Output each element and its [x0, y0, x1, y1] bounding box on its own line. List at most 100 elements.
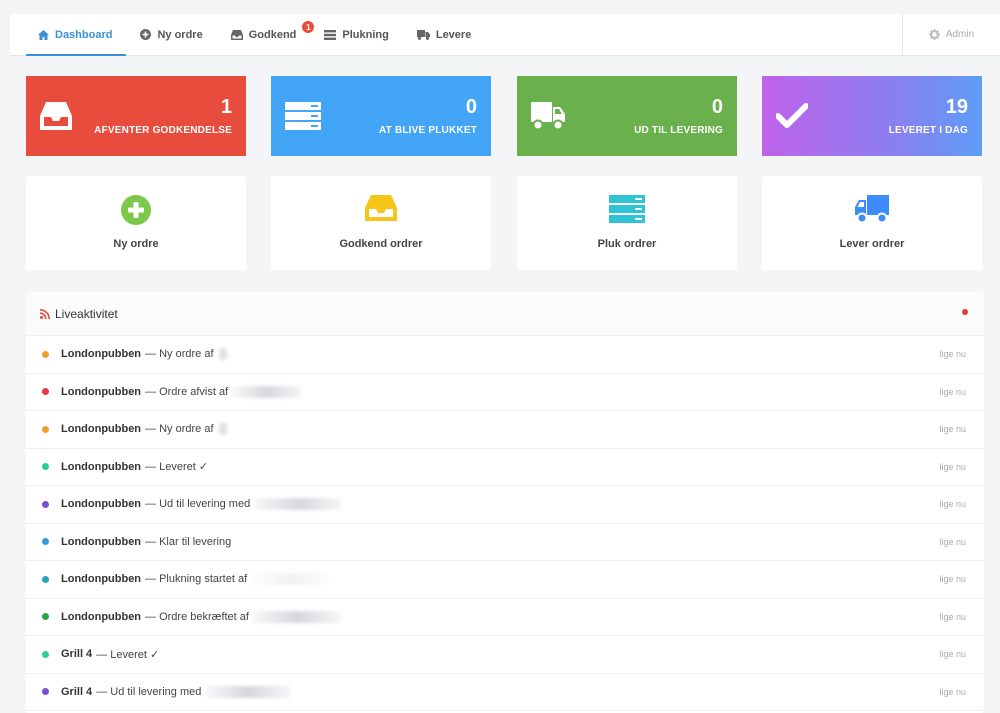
tab-dashboard[interactable]: Dashboard [24, 14, 127, 56]
tab-label: Levere [435, 28, 472, 41]
list-icon [324, 29, 337, 40]
pick-orders-button[interactable]: Pluk ordrer [517, 176, 737, 270]
status-dot [42, 613, 49, 621]
server-icon [285, 102, 321, 135]
panel-header: Liveaktivitet [26, 292, 984, 336]
stat-value: 0 [465, 96, 477, 118]
tab-godkend[interactable]: Godkend 1 [217, 14, 315, 55]
redacted-text [254, 498, 343, 511]
activity-row: Grill 4 — Ud til levering med lige nu [26, 674, 984, 711]
activity-row: Londonpubben — Ny ordre af lige nu [26, 411, 984, 449]
tab-plukning[interactable]: Plukning [310, 14, 402, 55]
inbox-icon [40, 102, 72, 135]
plus-circle-icon [140, 29, 152, 40]
admin-label: Admin [945, 29, 975, 40]
redacted-text [232, 385, 303, 398]
status-dot [42, 388, 49, 396]
redacted-text [205, 685, 292, 698]
live-activity-panel: Liveaktivitet Londonpubben — Ny ordre af… [26, 292, 984, 713]
activity-row: Londonpubben — Ordre bekræftet af lige n… [26, 599, 984, 636]
truck-icon [416, 29, 430, 40]
stat-label: UD TIL LEVERING [634, 125, 723, 136]
activity-message: — Ordre bekræftet af [145, 610, 249, 623]
stat-value: 19 [945, 96, 968, 118]
stat-label: AT BLIVE PLUKKET [378, 125, 477, 136]
status-dot [42, 575, 49, 583]
redacted-text [217, 348, 228, 361]
activity-venue: Londonpubben [61, 535, 142, 548]
activity-time: lige nu [939, 386, 966, 397]
checkmark-icon [775, 103, 809, 134]
activity-row: Londonpubben — Ud til levering med lige … [26, 486, 984, 524]
activity-row: Londonpubben — Klar til levering lige nu [26, 524, 984, 561]
deliver-orders-button[interactable]: Lever ordrer [762, 176, 982, 270]
activity-message: — Ordre afvist af [145, 385, 229, 398]
status-dot [42, 350, 49, 358]
tab-levere[interactable]: Levere [403, 14, 485, 55]
activity-time: lige nu [939, 536, 966, 547]
stat-label: LEVERET I DAG [888, 125, 968, 136]
stat-value: 1 [220, 96, 232, 118]
activity-venue: Londonpubben [61, 348, 142, 361]
action-label: Ny ordre [113, 238, 159, 250]
activity-message: — Ud til levering med [96, 685, 202, 698]
approve-orders-button[interactable]: Godkend ordrer [271, 176, 491, 270]
activity-time: lige nu [939, 499, 966, 510]
status-dot [42, 463, 49, 471]
activity-venue: Londonpubben [61, 610, 142, 623]
activity-row: Grill 4 — Leveret ✓ lige nu [26, 636, 984, 674]
activity-venue: Londonpubben [61, 498, 142, 511]
activity-message: — Leveret ✓ [145, 461, 209, 474]
activity-time: lige nu [939, 649, 966, 660]
status-dot [42, 500, 49, 508]
activity-row: Londonpubben — Leveret ✓ lige nu [26, 449, 984, 486]
status-dot [42, 425, 49, 433]
activity-message: — Leveret ✓ [96, 648, 160, 661]
live-indicator [962, 309, 968, 315]
activity-row: Londonpubben — Ordre afvist af lige nu [26, 374, 984, 411]
activity-row: Londonpubben — Plukning startet af lige … [26, 561, 984, 599]
tab-label: Dashboard [55, 28, 113, 41]
server-icon [609, 195, 645, 228]
status-dot [42, 650, 49, 658]
activity-message: — Ud til levering med [145, 498, 251, 511]
activity-time: lige nu [939, 461, 966, 472]
activity-venue: Londonpubben [61, 460, 142, 473]
stat-value: 0 [711, 96, 723, 118]
activity-time: lige nu [939, 611, 966, 622]
stat-card-to-be-picked: 0 AT BLIVE PLUKKET [271, 76, 491, 156]
home-icon [38, 29, 49, 40]
tab-label: Plukning [342, 28, 389, 41]
redacted-text [217, 423, 228, 436]
admin-menu[interactable]: Admin [902, 14, 1000, 55]
tab-label: Godkend [248, 28, 297, 41]
panel-title: Liveaktivitet [55, 306, 118, 321]
nav-tabs: Dashboard Ny ordre Godkend 1 Plukning Le… [24, 14, 485, 56]
activity-time: lige nu [939, 574, 966, 585]
truck-icon [855, 195, 889, 228]
rss-icon [40, 308, 50, 319]
stat-card-out-for-delivery: 0 UD TIL LEVERING [517, 76, 737, 156]
plus-circle-icon [121, 195, 151, 230]
new-order-button[interactable]: Ny ordre [26, 176, 246, 270]
inbox-icon [230, 29, 243, 40]
activity-row: Londonpubben — Ny ordre af lige nu [26, 336, 984, 374]
activity-venue: Londonpubben [61, 385, 142, 398]
status-dot [42, 538, 49, 546]
redacted-text [251, 573, 330, 586]
activity-message: — Plukning startet af [145, 573, 248, 586]
activity-time: lige nu [939, 686, 966, 697]
activity-time: lige nu [939, 424, 966, 435]
top-navigation: Dashboard Ny ordre Godkend 1 Plukning Le… [10, 14, 1000, 56]
tab-ny-ordre[interactable]: Ny ordre [126, 14, 216, 55]
activity-message: — Ny ordre af [145, 348, 214, 361]
stat-card-pending-approval: 1 AFVENTER GODKENDELSE [26, 76, 246, 156]
stat-label: AFVENTER GODKENDELSE [94, 125, 232, 136]
action-label: Godkend ordrer [339, 238, 423, 250]
activity-time: lige nu [939, 349, 966, 360]
activity-venue: Grill 4 [61, 648, 93, 661]
stat-card-delivered-today: 19 LEVERET I DAG [762, 76, 982, 156]
activity-venue: Londonpubben [61, 423, 142, 436]
redacted-text [252, 610, 341, 623]
action-label: Lever ordrer [839, 238, 905, 250]
